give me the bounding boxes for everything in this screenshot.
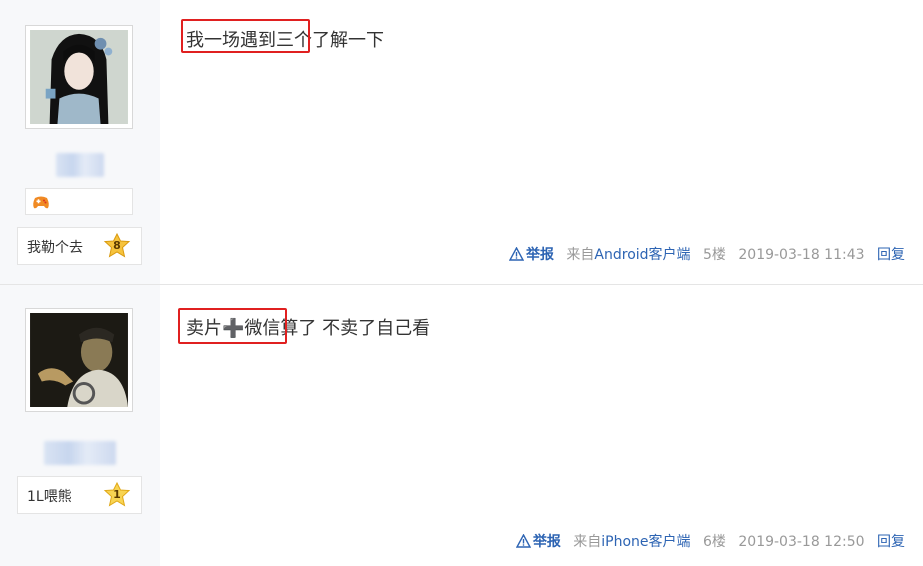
highlight-box bbox=[178, 308, 287, 344]
post-floor-6: 1L喂熊 1 卖片➕微信算了 不卖了自己看 举报 来自iPhone客户端 6楼 … bbox=[0, 285, 923, 566]
report-link[interactable]: 举报 bbox=[515, 534, 565, 550]
warning-icon bbox=[508, 247, 524, 261]
member-badge[interactable]: 我勒个去 8 bbox=[17, 227, 142, 265]
gamepad-icon[interactable] bbox=[32, 194, 50, 210]
username-blurred[interactable] bbox=[44, 441, 116, 465]
post-floor-5: 我勒个去 8 我一场遇到三个了解一下 举报 来自Android客户端 5楼 20… bbox=[0, 0, 923, 284]
source-info: 来自Android客户端 bbox=[566, 247, 691, 263]
post-time: 2019-03-18 12:50 bbox=[738, 534, 865, 550]
floor-number: 6楼 bbox=[703, 534, 726, 550]
level-number: 8 bbox=[113, 239, 121, 252]
badge-name: 我勒个去 bbox=[27, 240, 83, 256]
author-sidebar: 我勒个去 8 bbox=[0, 0, 160, 284]
username-blurred[interactable] bbox=[56, 153, 104, 177]
badge-name: 1L喂熊 bbox=[27, 489, 72, 505]
level-star-icon: 8 bbox=[103, 232, 131, 261]
post-time: 2019-03-18 11:43 bbox=[738, 247, 865, 263]
user-icon-bar bbox=[25, 188, 133, 215]
level-star-icon: 1 bbox=[103, 481, 131, 510]
member-badge[interactable]: 1L喂熊 1 bbox=[17, 476, 142, 514]
floor-number: 5楼 bbox=[703, 247, 726, 263]
avatar[interactable] bbox=[25, 308, 133, 412]
avatar[interactable] bbox=[25, 25, 133, 129]
avatar-image bbox=[30, 313, 128, 407]
author-sidebar: 1L喂熊 1 bbox=[0, 285, 160, 566]
highlight-box bbox=[181, 19, 310, 53]
report-link[interactable]: 举报 bbox=[508, 247, 558, 263]
reply-button[interactable]: 回复 bbox=[877, 247, 905, 263]
level-number: 1 bbox=[113, 488, 121, 501]
warning-icon bbox=[515, 534, 531, 548]
avatar-image bbox=[30, 30, 128, 124]
reply-button[interactable]: 回复 bbox=[877, 534, 905, 550]
post-meta: 举报 来自Android客户端 5楼 2019-03-18 11:43 回复 bbox=[508, 244, 905, 264]
client-link[interactable]: iPhone客户端 bbox=[601, 534, 690, 550]
post-meta: 举报 来自iPhone客户端 6楼 2019-03-18 12:50 回复 bbox=[515, 531, 905, 551]
client-link[interactable]: Android客户端 bbox=[594, 247, 690, 263]
source-info: 来自iPhone客户端 bbox=[573, 534, 691, 550]
